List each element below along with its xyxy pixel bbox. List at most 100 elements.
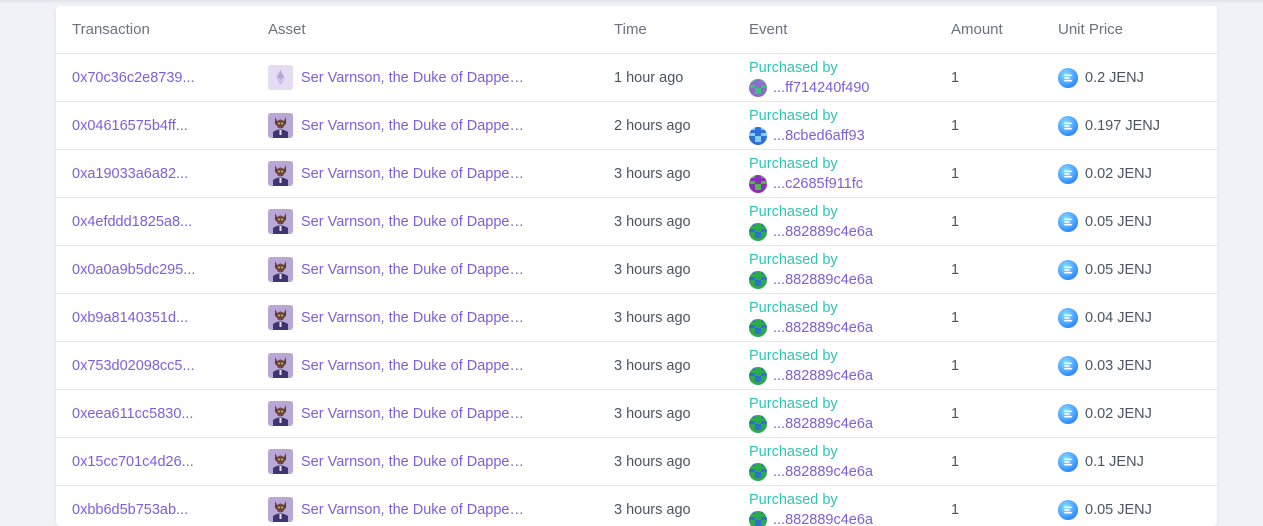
buyer-link[interactable]: ...882889c4e6a — [749, 414, 951, 434]
asset-thumbnail — [268, 113, 293, 138]
buyer-avatar-icon — [749, 367, 767, 385]
enj-coin-icon — [1058, 308, 1078, 328]
price-value: 0.197 JENJ — [1085, 118, 1160, 134]
buyer-link[interactable]: ...882889c4e6a — [749, 270, 951, 290]
asset-link[interactable]: Ser Varnson, the Duke of Dapper ... — [252, 65, 614, 90]
event-label: Purchased by — [749, 250, 951, 270]
transaction-link[interactable]: 0x4efddd1825a8... — [72, 214, 192, 230]
enj-coin-icon — [1058, 116, 1078, 136]
asset-thumbnail — [268, 497, 293, 522]
header-amount: Amount — [951, 6, 1058, 54]
transaction-link[interactable]: 0x04616575b4ff... — [72, 118, 188, 134]
time-cell: 2 hours ago — [614, 102, 749, 150]
buyer-address: ...8cbed6aff93 — [773, 126, 865, 146]
transaction-link[interactable]: 0xa19033a6a82... — [72, 166, 188, 182]
buyer-link[interactable]: ...c2685f911fc — [749, 174, 951, 194]
buyer-link[interactable]: ...882889c4e6a — [749, 462, 951, 482]
buyer-avatar-icon — [749, 319, 767, 337]
amount-cell: 1 — [951, 198, 1058, 246]
buyer-link[interactable]: ...882889c4e6a — [749, 318, 951, 338]
buyer-link[interactable]: ...8cbed6aff93 — [749, 126, 951, 146]
buyer-avatar-icon — [749, 127, 767, 145]
transaction-link[interactable]: 0xb9a8140351d... — [72, 310, 188, 326]
price-value: 0.05 JENJ — [1085, 214, 1152, 230]
time-cell: 3 hours ago — [614, 198, 749, 246]
asset-link[interactable]: Ser Varnson, the Duke of Dapper ... — [252, 353, 614, 378]
enj-coin-icon — [1058, 500, 1078, 520]
buyer-address: ...882889c4e6a — [773, 414, 873, 434]
asset-link[interactable]: Ser Varnson, the Duke of Dapper ... — [252, 113, 614, 138]
buyer-avatar-icon — [749, 271, 767, 289]
unit-price: 0.04 JENJ — [1058, 308, 1217, 328]
asset-name: Ser Varnson, the Duke of Dapper ... — [301, 214, 527, 230]
table-row: 0x04616575b4ff... Ser Varnson, the Duke … — [56, 102, 1217, 150]
amount-cell: 1 — [951, 342, 1058, 390]
buyer-avatar-icon — [749, 511, 767, 526]
event-label: Purchased by — [749, 394, 951, 414]
asset-name: Ser Varnson, the Duke of Dapper ... — [301, 262, 527, 278]
buyer-avatar-icon — [749, 175, 767, 193]
amount-cell: 1 — [951, 102, 1058, 150]
header-asset: Asset — [252, 6, 614, 54]
asset-link[interactable]: Ser Varnson, the Duke of Dapper ... — [252, 161, 614, 186]
asset-thumbnail — [268, 401, 293, 426]
buyer-link[interactable]: ...882889c4e6a — [749, 510, 951, 526]
buyer-address: ...882889c4e6a — [773, 222, 873, 242]
asset-link[interactable]: Ser Varnson, the Duke of Dapper ... — [252, 497, 614, 522]
header-event: Event — [749, 6, 951, 54]
time-cell: 3 hours ago — [614, 390, 749, 438]
time-cell: 1 hour ago — [614, 54, 749, 102]
unit-price: 0.1 JENJ — [1058, 452, 1217, 472]
table-row: 0xb9a8140351d... Ser Varnson, the Duke o… — [56, 294, 1217, 342]
amount-cell: 1 — [951, 54, 1058, 102]
asset-link[interactable]: Ser Varnson, the Duke of Dapper ... — [252, 209, 614, 234]
asset-link[interactable]: Ser Varnson, the Duke of Dapper ... — [252, 449, 614, 474]
buyer-address: ...c2685f911fc — [773, 174, 863, 194]
buyer-link[interactable]: ...882889c4e6a — [749, 222, 951, 242]
unit-price: 0.2 JENJ — [1058, 68, 1217, 88]
header-unit-price: Unit Price — [1058, 6, 1217, 54]
asset-link[interactable]: Ser Varnson, the Duke of Dapper ... — [252, 305, 614, 330]
amount-cell: 1 — [951, 486, 1058, 526]
amount-cell: 1 — [951, 246, 1058, 294]
asset-link[interactable]: Ser Varnson, the Duke of Dapper ... — [252, 401, 614, 426]
transaction-link[interactable]: 0x0a0a9b5dc295... — [72, 262, 195, 278]
enj-coin-icon — [1058, 404, 1078, 424]
transaction-link[interactable]: 0x15cc701c4d26... — [72, 454, 194, 470]
asset-thumbnail — [268, 449, 293, 474]
table-row: 0x70c36c2e8739... Ser Varnson, the Duke … — [56, 54, 1217, 102]
header-time: Time — [614, 6, 749, 54]
event-label: Purchased by — [749, 202, 951, 222]
table-row: 0x15cc701c4d26... Ser Varnson, the Duke … — [56, 438, 1217, 486]
buyer-address: ...882889c4e6a — [773, 462, 873, 482]
transaction-link[interactable]: 0x753d02098cc5... — [72, 358, 195, 374]
buyer-link[interactable]: ...ff714240f490 — [749, 78, 951, 98]
asset-name: Ser Varnson, the Duke of Dapper ... — [301, 70, 527, 86]
transactions-card: Transaction Asset Time Event Amount Unit… — [56, 6, 1217, 526]
price-value: 0.2 JENJ — [1085, 70, 1144, 86]
time-cell: 3 hours ago — [614, 486, 749, 526]
enj-coin-icon — [1058, 212, 1078, 232]
transactions-table: Transaction Asset Time Event Amount Unit… — [56, 6, 1217, 526]
buyer-link[interactable]: ...882889c4e6a — [749, 366, 951, 386]
table-row: 0x4efddd1825a8... Ser Varnson, the Duke … — [56, 198, 1217, 246]
unit-price: 0.197 JENJ — [1058, 116, 1217, 136]
amount-cell: 1 — [951, 390, 1058, 438]
table-row: 0xeea611cc5830... Ser Varnson, the Duke … — [56, 390, 1217, 438]
asset-name: Ser Varnson, the Duke of Dapper ... — [301, 502, 527, 518]
price-value: 0.04 JENJ — [1085, 310, 1152, 326]
buyer-avatar-icon — [749, 415, 767, 433]
buyer-avatar-icon — [749, 223, 767, 241]
price-value: 0.02 JENJ — [1085, 406, 1152, 422]
asset-name: Ser Varnson, the Duke of Dapper ... — [301, 166, 527, 182]
transaction-link[interactable]: 0xeea611cc5830... — [72, 406, 193, 422]
time-cell: 3 hours ago — [614, 150, 749, 198]
transaction-link[interactable]: 0x70c36c2e8739... — [72, 70, 195, 86]
unit-price: 0.03 JENJ — [1058, 356, 1217, 376]
table-body: 0x70c36c2e8739... Ser Varnson, the Duke … — [56, 54, 1217, 526]
table-row: 0x0a0a9b5dc295... Ser Varnson, the Duke … — [56, 246, 1217, 294]
asset-link[interactable]: Ser Varnson, the Duke of Dapper ... — [252, 257, 614, 282]
transaction-link[interactable]: 0xbb6d5b753ab... — [72, 502, 188, 518]
table-row: 0xbb6d5b753ab... Ser Varnson, the Duke o… — [56, 486, 1217, 526]
price-value: 0.05 JENJ — [1085, 502, 1152, 518]
